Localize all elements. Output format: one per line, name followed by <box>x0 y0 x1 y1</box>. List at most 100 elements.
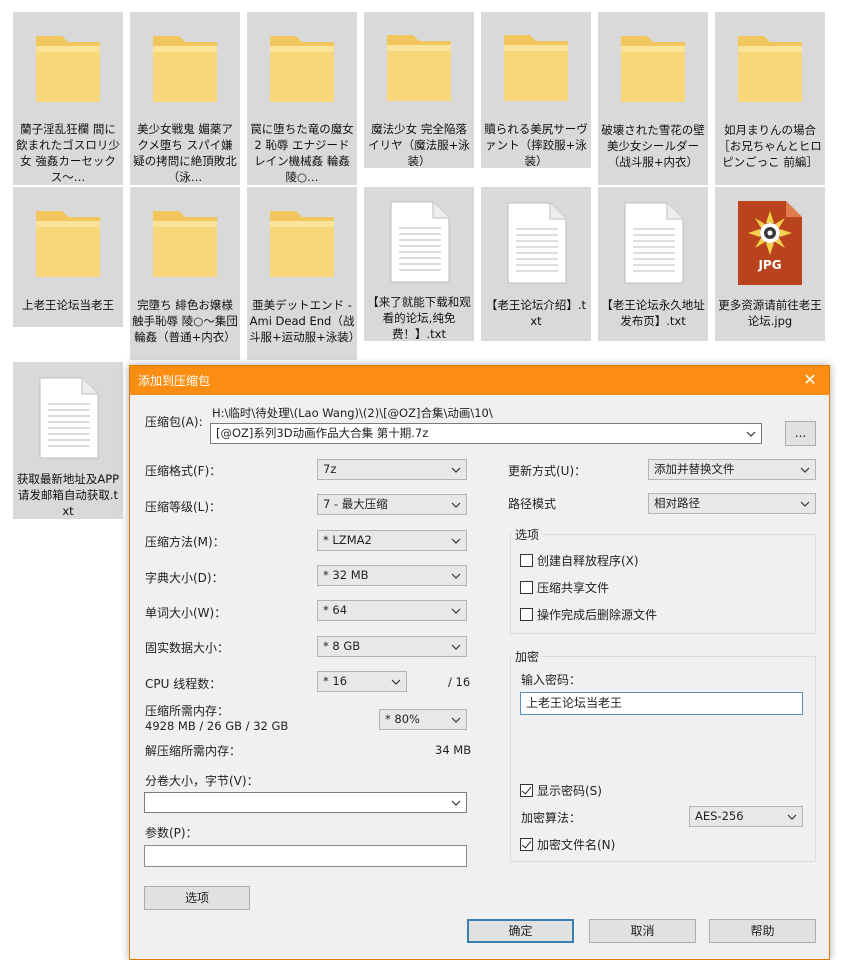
close-icon[interactable]: ✕ <box>799 369 821 391</box>
file-item[interactable]: 蘭子淫乱狂欄 間に飲まれたゴスロリ少女 強姦カーセックス～… <box>13 12 123 185</box>
scrollbar-track[interactable] <box>832 0 842 960</box>
text-file-icon <box>371 195 467 288</box>
chevron-down-icon <box>390 672 402 691</box>
cancel-button[interactable]: 取消 <box>589 919 696 943</box>
file-name: 蘭子淫乱狂欄 間に飲まれたゴスロリ少女 強姦カーセックス～… <box>16 122 120 185</box>
options-button[interactable]: 选项 <box>144 886 250 910</box>
shared-checkbox[interactable]: 压缩共享文件 <box>520 579 609 596</box>
method-label: 压缩方法(M)： <box>145 535 225 549</box>
delete-after-checkbox[interactable]: 操作完成后删除源文件 <box>520 606 657 623</box>
folder-icon <box>254 195 350 291</box>
folder-icon <box>254 20 350 115</box>
file-item[interactable]: 【老王论坛介绍】.txt <box>481 187 591 341</box>
dialog-titlebar[interactable]: 添加到压缩包 ✕ <box>130 366 829 395</box>
folder-icon <box>137 195 233 291</box>
format-label: 压缩格式(F)： <box>145 464 222 478</box>
browse-button[interactable]: ... <box>785 421 816 446</box>
chevron-down-icon <box>450 601 462 620</box>
options-group-title: 选项 <box>512 526 543 543</box>
level-label: 压缩等级(L)： <box>145 500 222 514</box>
dict-value: * 32 MB <box>323 568 369 582</box>
checkbox-box <box>520 581 533 594</box>
level-value: 7 - 最大压缩 <box>323 497 388 511</box>
format-select[interactable]: 7z <box>317 459 467 480</box>
shared-label: 压缩共享文件 <box>537 581 610 595</box>
file-name: 贖られる美尻サーヴァント（摔跤服+泳装） <box>484 121 588 168</box>
encryption-group-title: 加密 <box>512 648 543 665</box>
file-item[interactable]: 【老王论坛永久地址发布页】.txt <box>598 187 708 341</box>
file-item[interactable]: 【来了就能下载和观看的论坛,纯免费！】.txt <box>364 187 474 341</box>
path-mode-value: 相对路径 <box>654 496 700 510</box>
file-item[interactable]: 完墮ち 緋色お嬢様 触手恥辱 陵○～集団輪姦（普通+内衣） <box>130 187 240 360</box>
mem-percent-select[interactable]: * 80% <box>379 709 467 730</box>
chevron-down-icon <box>786 807 798 826</box>
file-item[interactable]: 美少女戦鬼 媚薬アクメ堕ち スパイ嫌疑の拷問に絶頂敗北（泳… <box>130 12 240 185</box>
sfx-checkbox[interactable]: 创建自释放程序(X) <box>520 552 639 569</box>
file-name: 魔法少女 完全陥落 イリヤ（魔法服+泳装） <box>368 121 470 168</box>
file-item[interactable]: 上老王论坛当老王 <box>13 187 123 327</box>
mem-percent-value: * 80% <box>385 712 420 726</box>
file-name: 上老王论坛当老王 <box>22 298 114 312</box>
checkbox-box <box>520 608 533 621</box>
enc-method-select[interactable]: AES-256 <box>689 806 803 827</box>
archive-name-combo[interactable]: [@OZ]系列3D动画作品大合集 第十期.7z <box>210 423 762 444</box>
volume-combo[interactable] <box>144 792 467 813</box>
level-select[interactable]: 7 - 最大压缩 <box>317 494 467 515</box>
archive-label: 压缩包(A): <box>145 415 203 429</box>
show-password-label: 显示密码(S) <box>537 784 602 798</box>
file-name: 【老王论坛介绍】.txt <box>485 298 587 328</box>
jpg-file-icon: JPG <box>722 195 818 291</box>
jpg-badge: JPG <box>758 258 782 272</box>
method-select[interactable]: * LZMA2 <box>317 530 467 551</box>
file-name: 破壊された雪花の壁 美少女シールダー（战斗服+内衣） <box>601 123 705 169</box>
encrypt-names-label: 加密文件名(N) <box>537 838 616 852</box>
checkbox-box <box>520 784 533 797</box>
checkbox-box <box>520 838 533 851</box>
file-item[interactable]: 亜美デットエンド - Ami Dead End（战斗服+运动服+泳装） <box>247 187 357 360</box>
file-name: 【来了就能下载和观看的论坛,纯免费！】.txt <box>367 295 471 341</box>
chevron-down-icon <box>450 566 462 585</box>
file-item[interactable]: 罠に堕ちた竜の魔女2 恥辱 エナジードレイン機械姦 輪姦陵○… <box>247 12 357 185</box>
sfx-label: 创建自释放程序(X) <box>537 554 639 568</box>
folder-icon <box>605 20 701 116</box>
chevron-down-icon <box>450 531 462 550</box>
help-button[interactable]: 帮助 <box>709 919 816 943</box>
dict-select[interactable]: * 32 MB <box>317 565 467 586</box>
update-value: 添加并替换文件 <box>654 462 735 476</box>
show-password-checkbox[interactable]: 显示密码(S) <box>520 782 602 799</box>
checkbox-box <box>520 554 533 567</box>
chevron-down-icon <box>745 424 757 443</box>
word-label: 单词大小(W)： <box>145 606 227 620</box>
password-label: 输入密码： <box>521 673 582 687</box>
folder-icon <box>722 20 818 116</box>
path-mode-label: 路径模式 <box>508 497 557 511</box>
file-item[interactable]: 如月まりんの場合［お兄ちゃんとヒロピンごっこ 前編］ <box>715 12 825 185</box>
file-name: 获取最新地址及APP请发邮箱自动获取.txt <box>16 472 120 519</box>
encrypt-names-checkbox[interactable]: 加密文件名(N) <box>520 836 615 853</box>
path-mode-select[interactable]: 相对路径 <box>648 493 816 514</box>
archive-name-value: [@OZ]系列3D动画作品大合集 第十期.7z <box>216 426 429 440</box>
ok-button[interactable]: 确定 <box>467 919 574 943</box>
file-item[interactable]: JPG 更多资源请前往老王论坛.jpg <box>715 187 825 341</box>
archive-path: H:\临时\待处理\(Lao Wang)\(2)\[@OZ]合集\动画\10\ <box>212 406 493 420</box>
password-input[interactable]: 上老王论坛当老王 <box>520 692 803 715</box>
file-name: 完墮ち 緋色お嬢様 触手恥辱 陵○～集団輪姦（普通+内衣） <box>132 298 238 344</box>
solid-select[interactable]: * 8 GB <box>317 636 467 657</box>
update-select[interactable]: 添加并替换文件 <box>648 459 816 480</box>
folder-icon <box>488 20 584 115</box>
cpu-select[interactable]: * 16 <box>317 671 407 692</box>
params-input[interactable] <box>144 845 467 867</box>
word-select[interactable]: * 64 <box>317 600 467 621</box>
file-name: 亜美デットエンド - Ami Dead End（战斗服+运动服+泳装） <box>249 298 355 344</box>
file-item[interactable]: 获取最新地址及APP请发邮箱自动获取.txt <box>13 362 123 519</box>
file-item[interactable]: 魔法少女 完全陥落 イリヤ（魔法服+泳装） <box>364 12 474 168</box>
enc-method-label: 加密算法： <box>521 811 582 825</box>
folder-icon <box>371 20 467 115</box>
delete-after-label: 操作完成后删除源文件 <box>537 608 658 622</box>
add-to-archive-dialog: 添加到压缩包 ✕ 压缩包(A): H:\临时\待处理\(Lao Wang)\(2… <box>129 365 830 960</box>
file-item[interactable]: 贖られる美尻サーヴァント（摔跤服+泳装） <box>481 12 591 168</box>
file-item[interactable]: 破壊された雪花の壁 美少女シールダー（战斗服+内衣） <box>598 12 708 185</box>
chevron-down-icon <box>799 494 811 513</box>
text-file-icon <box>605 195 701 291</box>
solid-value: * 8 GB <box>323 639 361 653</box>
